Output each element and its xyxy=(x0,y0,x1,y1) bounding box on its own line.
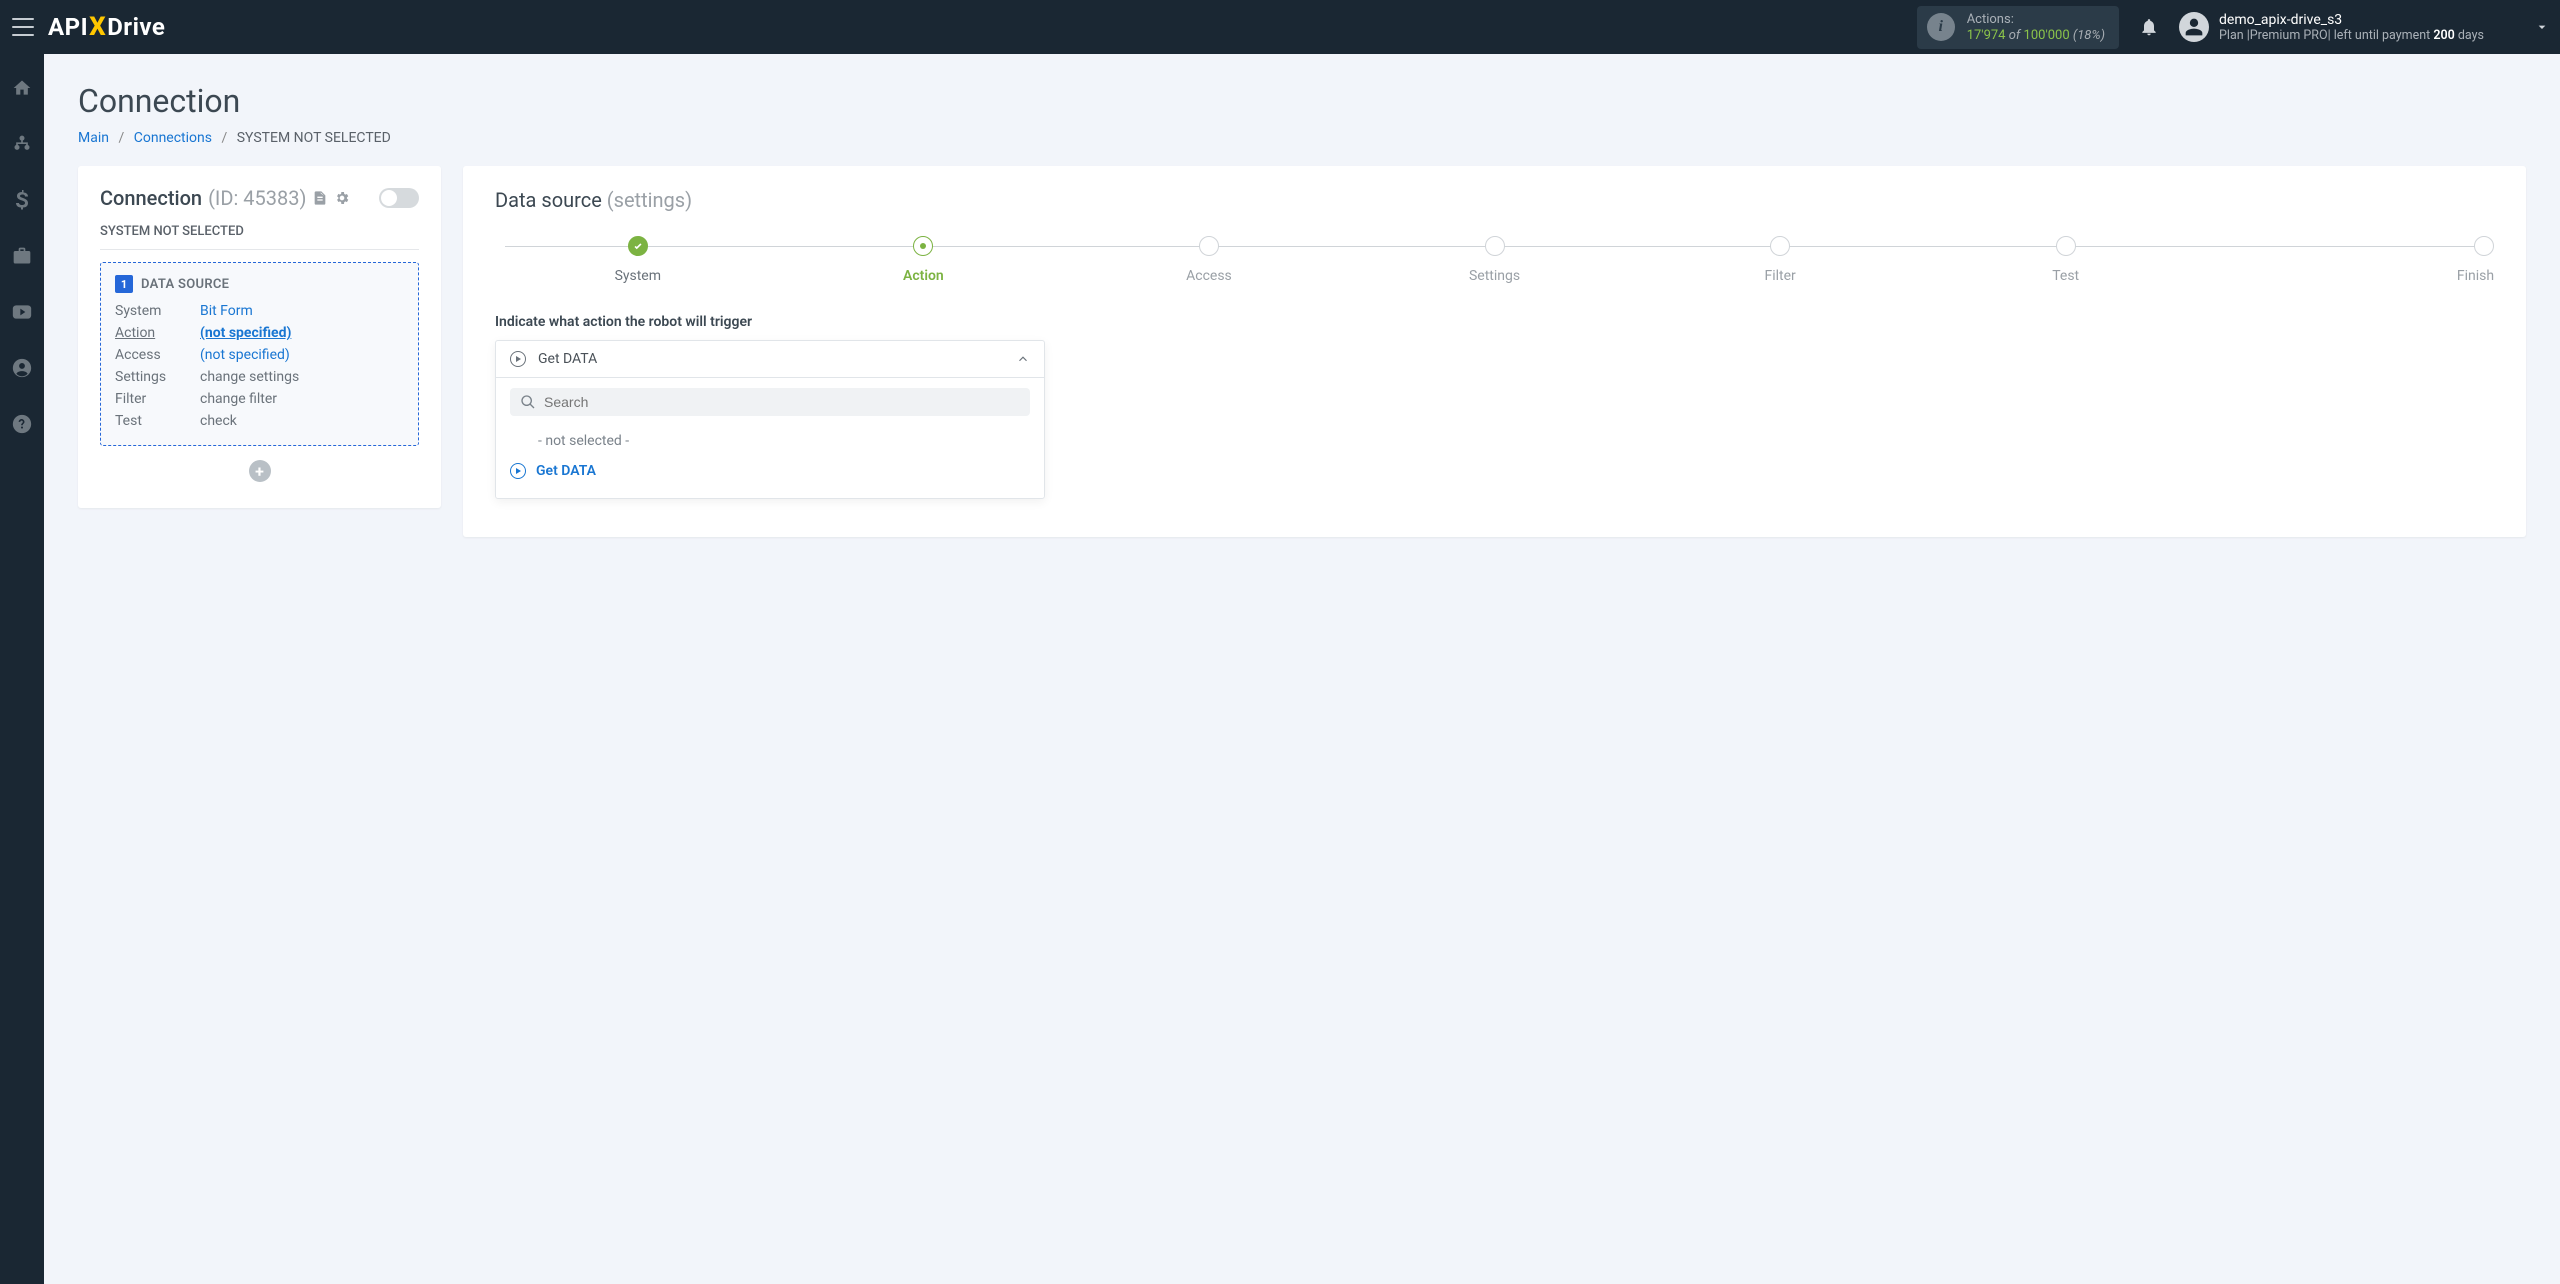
step-access[interactable]: Access xyxy=(1066,236,1352,284)
connection-card: Connection (ID: 45383) SYSTEM NOT SELECT… xyxy=(78,166,441,508)
gear-icon[interactable] xyxy=(334,190,350,206)
actions-current: 17'974 xyxy=(1967,28,2006,43)
row-access-val[interactable]: (not specified) xyxy=(200,347,404,363)
sidebar-item-business[interactable] xyxy=(0,240,44,272)
logo-text-1: API xyxy=(48,13,88,41)
connection-id: (ID: 45383) xyxy=(208,186,306,210)
row-system-val[interactable]: Bit Form xyxy=(200,303,404,319)
user-info[interactable]: demo_apix-drive_s3 Plan |Premium PRO| le… xyxy=(2219,12,2484,43)
panel-subtitle: (settings) xyxy=(607,188,692,212)
option-none[interactable]: - not selected - xyxy=(510,426,1030,456)
main-content: Connection Main / Connections / SYSTEM N… xyxy=(44,54,2560,1284)
system-not-selected: SYSTEM NOT SELECTED xyxy=(100,224,419,250)
breadcrumb-connections[interactable]: Connections xyxy=(134,130,212,146)
row-test-val[interactable]: check xyxy=(200,413,404,429)
actions-counter[interactable]: i Actions: 17'974 of 100'000 (18%) xyxy=(1917,6,2119,49)
steps: System Action Access Settings Filter Tes… xyxy=(495,236,2494,284)
select-toggle[interactable]: Get DATA xyxy=(496,341,1044,378)
logo-x: X xyxy=(89,12,106,42)
search-input[interactable] xyxy=(544,394,1020,410)
step-badge: 1 xyxy=(115,275,133,293)
chevron-down-icon[interactable] xyxy=(2534,19,2550,35)
sidebar-item-help[interactable] xyxy=(0,408,44,440)
user-plan: Plan |Premium PRO| left until payment 20… xyxy=(2219,28,2484,43)
data-source-panel: Data source (settings) System Action Acc… xyxy=(463,166,2526,537)
breadcrumb-main[interactable]: Main xyxy=(78,130,109,146)
step-filter[interactable]: Filter xyxy=(1637,236,1923,284)
play-icon xyxy=(510,463,526,479)
breadcrumb: Main / Connections / SYSTEM NOT SELECTED xyxy=(78,130,2526,146)
select-value: Get DATA xyxy=(538,351,1004,367)
sidebar-item-connections[interactable] xyxy=(0,128,44,160)
info-icon: i xyxy=(1927,13,1955,41)
topbar: API X Drive i Actions: 17'974 of 100'000… xyxy=(0,0,2560,54)
play-icon xyxy=(510,351,526,367)
data-source-box: 1 DATA SOURCE System Bit Form Action (no… xyxy=(100,262,419,446)
logo-text-2: Drive xyxy=(107,13,165,41)
sidebar-item-video[interactable] xyxy=(0,296,44,328)
sidebar-item-account[interactable] xyxy=(0,352,44,384)
row-settings-val[interactable]: change settings xyxy=(200,369,404,385)
row-settings-key: Settings xyxy=(115,369,200,385)
row-test-key: Test xyxy=(115,413,200,429)
page-title: Connection xyxy=(78,82,2526,120)
sidebar-item-pricing[interactable] xyxy=(0,184,44,216)
actions-of: of xyxy=(2009,28,2021,43)
step-test[interactable]: Test xyxy=(1923,236,2209,284)
sidebar xyxy=(0,54,44,1284)
logo[interactable]: API X Drive xyxy=(48,12,165,42)
row-filter-val[interactable]: change filter xyxy=(200,391,404,407)
menu-toggle-button[interactable] xyxy=(12,18,34,36)
actions-pct: (18%) xyxy=(2073,28,2105,43)
actions-total: 100'000 xyxy=(2024,28,2070,43)
step-action[interactable]: Action xyxy=(781,236,1067,284)
add-button[interactable]: + xyxy=(249,460,271,482)
panel-title: Data source xyxy=(495,188,602,212)
row-access-key: Access xyxy=(115,347,200,363)
data-source-title: DATA SOURCE xyxy=(141,277,229,292)
option-get-data[interactable]: Get DATA xyxy=(510,456,1030,486)
breadcrumb-current: SYSTEM NOT SELECTED xyxy=(237,130,391,146)
search-input-wrap xyxy=(510,388,1030,416)
step-finish[interactable]: Finish xyxy=(2208,236,2494,284)
prompt-label: Indicate what action the robot will trig… xyxy=(495,314,2494,330)
search-icon xyxy=(520,394,536,410)
connection-toggle[interactable] xyxy=(379,188,419,208)
row-filter-key: Filter xyxy=(115,391,200,407)
row-action-val[interactable]: (not specified) xyxy=(200,325,404,341)
user-name: demo_apix-drive_s3 xyxy=(2219,12,2484,28)
connection-label: Connection xyxy=(100,186,202,210)
action-select: Get DATA - not selected - Get DAT xyxy=(495,340,1045,499)
bell-icon[interactable] xyxy=(2139,17,2159,37)
chevron-up-icon xyxy=(1016,352,1030,366)
sidebar-item-home[interactable] xyxy=(0,72,44,104)
step-system[interactable]: System xyxy=(495,236,781,284)
row-action-key: Action xyxy=(115,325,200,341)
document-icon[interactable] xyxy=(312,190,328,206)
row-system-key: System xyxy=(115,303,200,319)
actions-label: Actions: xyxy=(1967,12,2105,27)
step-settings[interactable]: Settings xyxy=(1352,236,1638,284)
avatar-icon[interactable] xyxy=(2179,12,2209,42)
